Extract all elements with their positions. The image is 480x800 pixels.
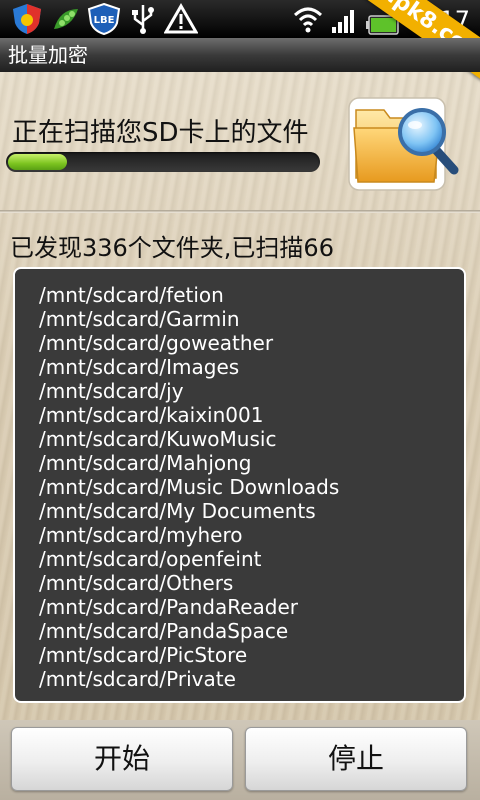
folder-list-item: /mnt/sdcard/Music Downloads [39,475,340,499]
folder-list[interactable]: /mnt/sdcard/fetion/mnt/sdcard/Garmin/mnt… [13,267,466,703]
folder-list-item: /mnt/sdcard/PandaReader [39,595,298,619]
security-shield-icon [13,4,41,34]
folder-list-item: /mnt/sdcard/My Documents [39,499,316,523]
section-divider [0,210,480,213]
scan-count-text: 已发现336个文件夹,已扫描66 [10,234,334,262]
folder-list-item: /mnt/sdcard/KuwoMusic [39,427,277,451]
pea-app-icon [54,9,78,29]
folder-search-icon [348,97,459,191]
folder-list-item: /mnt/sdcard/Private [39,667,236,691]
folder-list-item: /mnt/sdcard/myhero [39,523,243,547]
folder-list-item: /mnt/sdcard/fetion [39,283,224,307]
folder-list-item: /mnt/sdcard/Others [39,571,234,595]
folder-list-item: /mnt/sdcard/PandaSpace [39,619,289,643]
stop-button[interactable]: 停止 [245,727,467,791]
folder-list-item: /mnt/sdcard/Mahjong [39,451,252,475]
folder-list-item: /mnt/sdcard/openfeint [39,547,262,571]
usb-icon [132,5,154,34]
status-bar: LBE 8:17 apk8.com [0,0,480,88]
folder-list-item: /mnt/sdcard/Images [39,355,240,379]
scan-status-title: 正在扫描您SD卡上的文件 [12,118,309,148]
folder-list-item: /mnt/sdcard/jy [39,379,184,403]
lbe-label: LBE [94,15,115,26]
page-title: 批量加密 [0,38,480,72]
wifi-icon [293,7,323,33]
lbe-shield-icon: LBE [87,3,121,35]
scan-progress-fill [8,154,67,170]
folder-list-item: /mnt/sdcard/PicStore [39,643,248,667]
signal-icon [332,10,354,33]
start-button[interactable]: 开始 [11,727,233,791]
warning-icon [164,3,198,34]
folder-list-item: /mnt/sdcard/kaixin001 [39,403,264,427]
folder-list-item: /mnt/sdcard/Garmin [39,307,240,331]
scan-progress-bar [6,152,320,172]
folder-list-item: /mnt/sdcard/goweather [39,331,274,355]
